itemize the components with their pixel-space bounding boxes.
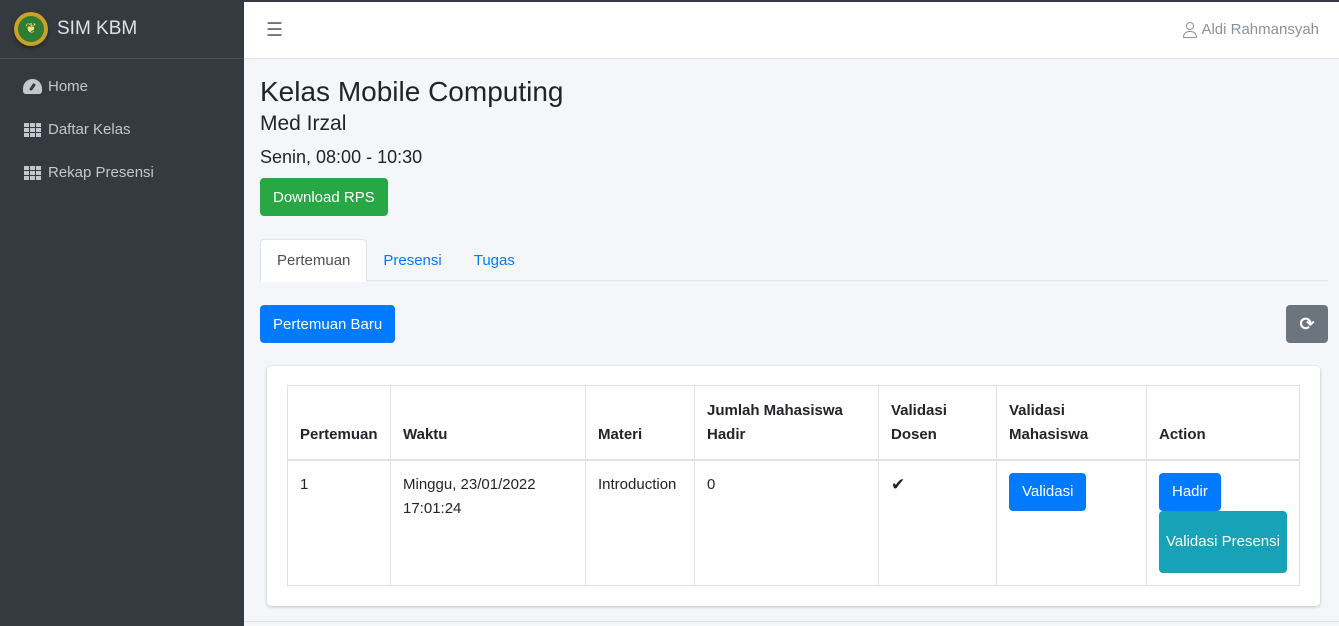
column-header: Validasi Mahasiswa [996,385,1147,461]
page-title: Kelas Mobile Computing [260,76,564,107]
dashboard-gauge-icon [22,79,42,94]
top-navbar: ☰ Aldi Rahmansyah [244,0,1339,59]
column-header: Materi [585,385,695,461]
main-content: Kelas Mobile Computing Med Irzal Senin, … [260,59,1328,606]
column-header: Waktu [390,385,586,461]
check-icon: ✔ [891,474,906,495]
sidebar-item-home[interactable]: Home [0,65,244,108]
cell-jumlah-hadir: 0 [694,459,879,586]
sidebar-nav: Home Daftar Kelas Rekap Presensi [0,59,244,194]
sidebar-item-daftar-kelas[interactable]: Daftar Kelas [0,108,244,151]
meetings-table: Pertemuan Waktu Materi Jumlah Mahasiswa … [287,385,1300,586]
grid-icon [22,122,42,137]
toolbar: Pertemuan Baru ⟳ [260,305,1328,343]
column-header: Jumlah Mahasiswa Hadir [694,385,879,461]
leaf-icon: ❦ [18,16,44,42]
tab-tugas[interactable]: Tugas [458,239,531,281]
refresh-button[interactable]: ⟳ [1286,305,1328,343]
sidebar-item-label: Daftar Kelas [48,121,131,138]
table-header-row: Pertemuan Waktu Materi Jumlah Mahasiswa … [287,385,1300,461]
column-header: Validasi Dosen [878,385,997,461]
tab-bar: Pertemuan Presensi Tugas [260,239,1328,282]
cell-validasi-mahasiswa: Validasi [996,459,1147,586]
download-rps-button[interactable]: Download RPS [260,178,388,216]
new-meeting-button[interactable]: Pertemuan Baru [260,305,396,343]
lecturer-name: Med Irzal [260,112,347,135]
footer-divider [244,621,1339,622]
grid-icon [22,165,42,180]
validasi-presensi-button[interactable]: Validasi Presensi [1159,510,1287,573]
sidebar-item-rekap-presensi[interactable]: Rekap Presensi [0,151,244,194]
user-icon [1183,21,1198,38]
cell-waktu: Minggu, 23/01/2022 17:01:24 [390,459,586,586]
sidebar: ❦ SIM KBM Home Daftar Kelas Rekap Presen… [0,0,244,626]
user-name: Aldi Rahmansyah [1201,21,1319,38]
column-header: Pertemuan [287,385,391,461]
cell-validasi-dosen: ✔ [878,459,997,586]
meetings-card: Pertemuan Waktu Materi Jumlah Mahasiswa … [267,366,1320,606]
brand-text: SIM KBM [57,18,138,39]
refresh-icon: ⟳ [1299,313,1315,335]
cell-pertemuan: 1 [287,459,391,586]
validasi-button[interactable]: Validasi [1009,472,1087,511]
column-header: Action [1146,385,1300,461]
sidebar-item-label: Rekap Presensi [48,164,154,181]
user-menu[interactable]: Aldi Rahmansyah [1183,21,1319,38]
sidebar-item-label: Home [48,78,89,95]
tab-pertemuan[interactable]: Pertemuan [260,239,368,282]
cell-materi: Introduction [585,459,695,586]
hadir-button[interactable]: Hadir [1159,472,1221,511]
tab-presensi[interactable]: Presensi [367,239,457,281]
class-schedule: Senin, 08:00 - 10:30 [260,147,423,167]
brand-logo: ❦ [14,12,48,46]
brand-link[interactable]: ❦ SIM KBM [0,0,244,59]
cell-action: Hadir Validasi Presensi [1146,459,1300,586]
table-row: 1 Minggu, 23/01/2022 17:01:24 Introducti… [287,459,1300,586]
hamburger-icon[interactable]: ☰ [266,19,283,41]
